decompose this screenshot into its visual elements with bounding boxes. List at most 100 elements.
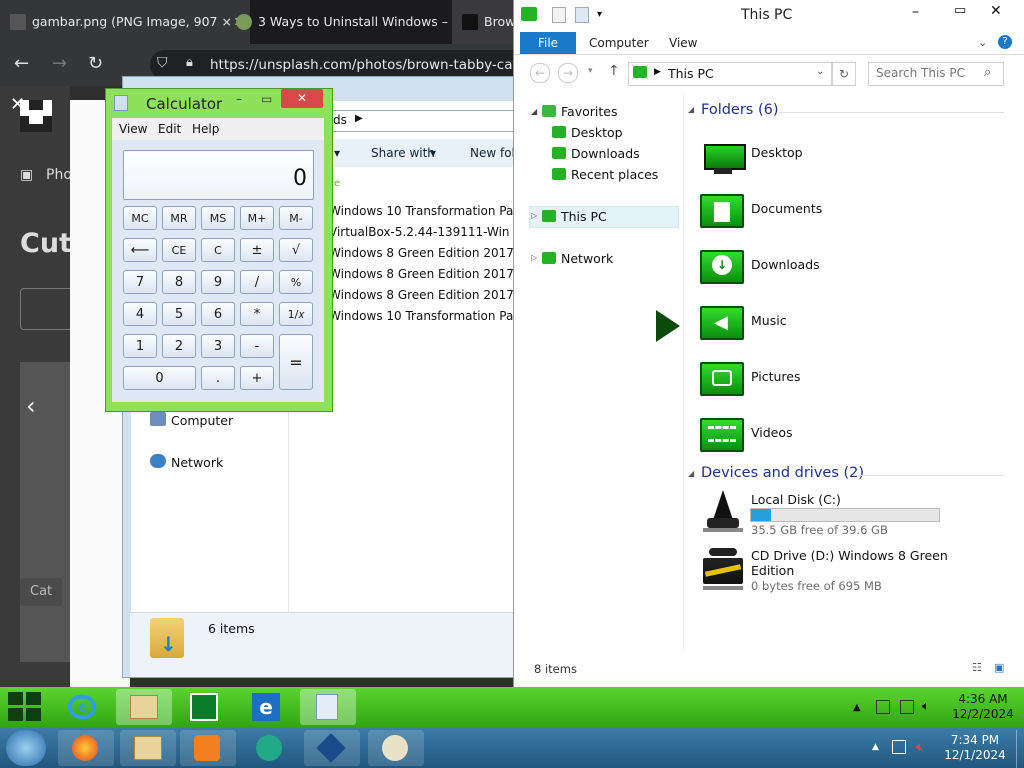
explorer-taskbar-button[interactable] xyxy=(120,730,176,766)
nav-this-pc[interactable]: This PC xyxy=(561,209,607,224)
collapse-arrow-icon[interactable]: ▷ xyxy=(531,211,537,220)
nav-network[interactable]: Network xyxy=(171,455,223,470)
browser-tab-2[interactable]: 3 Ways to Uninstall Windows – ✕ xyxy=(226,0,478,44)
forward-icon[interactable]: → xyxy=(558,63,578,83)
up-icon[interactable]: ↑ xyxy=(608,63,620,79)
ms-button[interactable]: MS xyxy=(201,206,235,230)
digit-3-button[interactable]: 3 xyxy=(201,334,235,358)
menu-edit[interactable]: Edit xyxy=(158,122,181,136)
ie-pinned-button[interactable]: e xyxy=(238,689,294,725)
page-button[interactable] xyxy=(20,288,71,330)
drive-d-name-cont[interactable]: Edition xyxy=(751,563,794,578)
show-hidden-icons-icon[interactable]: ▲ xyxy=(853,702,861,713)
paint-taskbar-button[interactable] xyxy=(368,730,424,766)
expand-arrow-icon[interactable]: ◢ xyxy=(531,107,537,116)
refresh-icon[interactable]: ↻ xyxy=(832,62,856,86)
minimize-icon[interactable]: – xyxy=(236,92,242,106)
toolbar-dropdown-icon[interactable]: ▾ xyxy=(334,146,340,160)
close-button[interactable]: ✕ xyxy=(281,89,323,108)
percent-button[interactable]: % xyxy=(279,270,313,294)
qat-dropdown-icon[interactable]: ▾ xyxy=(597,9,602,20)
folder-desktop[interactable]: Desktop xyxy=(751,145,803,160)
subtract-button[interactable]: - xyxy=(240,334,274,358)
folder-documents[interactable]: Documents xyxy=(751,201,822,216)
nav-recent-places[interactable]: Recent places xyxy=(571,167,658,182)
new-folder-button[interactable]: New fol xyxy=(470,146,515,160)
sqrt-button[interactable]: √ xyxy=(279,238,313,262)
address-dropdown-icon[interactable]: ⌄ xyxy=(816,66,824,77)
plus-minus-button[interactable]: ± xyxy=(240,238,274,262)
app-taskbar-button[interactable] xyxy=(242,730,298,766)
show-hidden-icons-icon[interactable]: ▲ xyxy=(872,742,879,752)
folder-music[interactable]: Music xyxy=(751,313,787,328)
drive-d-name[interactable]: CD Drive (D:) Windows 8 Green xyxy=(751,548,948,563)
virtualbox-taskbar-button[interactable] xyxy=(304,730,360,766)
browser-tab-1[interactable]: gambar.png (PNG Image, 907 × ✕ xyxy=(0,0,250,44)
mc-button[interactable]: MC xyxy=(123,206,157,230)
share-dropdown-icon[interactable]: ▾ xyxy=(430,146,436,160)
digit-4-button[interactable]: 4 xyxy=(123,302,157,326)
c-button[interactable]: C xyxy=(201,238,235,262)
back-icon[interactable]: ← xyxy=(530,63,550,83)
digit-7-button[interactable]: 7 xyxy=(123,270,157,294)
devices-header[interactable]: Devices and drives (2) xyxy=(701,465,864,481)
volume-icon[interactable]: 🔈︎ xyxy=(922,699,930,714)
reload-icon[interactable]: ↻ xyxy=(88,53,103,74)
tray-clock-bottom[interactable]: 7:34 PM 12/1/2024 xyxy=(940,733,1010,763)
action-center-icon[interactable] xyxy=(876,700,890,714)
prev-photo-icon[interactable]: ‹ xyxy=(26,392,36,420)
new-folder-icon[interactable] xyxy=(575,7,589,23)
list-item[interactable]: Windows 10 Transformation Pack 7 xyxy=(329,204,515,218)
volume-muted-icon[interactable]: 🔇︎ xyxy=(916,740,924,755)
digit-8-button[interactable]: 8 xyxy=(162,270,196,294)
digit-1-button[interactable]: 1 xyxy=(123,334,157,358)
ie-taskbar-button[interactable]: e xyxy=(54,689,110,725)
nav-computer[interactable]: Computer xyxy=(171,413,233,428)
digit-5-button[interactable]: 5 xyxy=(162,302,196,326)
list-item[interactable]: Windows 10 Transformation Pack 7 xyxy=(329,309,515,323)
section-collapse-icon[interactable]: ◢ xyxy=(688,469,694,478)
tag-cat[interactable]: Cat xyxy=(30,584,52,599)
drive-c-name[interactable]: Local Disk (C:) xyxy=(751,492,841,507)
folder-videos[interactable]: Videos xyxy=(751,425,793,440)
tab-computer[interactable]: Computer xyxy=(589,36,649,50)
list-item[interactable]: Windows 8 Green Edition 2017 by C xyxy=(329,267,515,281)
properties-icon[interactable] xyxy=(552,7,566,23)
menu-help[interactable]: Help xyxy=(192,122,219,136)
list-item[interactable]: Windows 8 Green Edition 2017 by C xyxy=(329,246,515,260)
tab-file[interactable]: File xyxy=(520,32,576,54)
back-arrow-icon[interactable]: ← xyxy=(14,53,29,74)
folder-downloads[interactable]: Downloads xyxy=(751,257,820,272)
list-item[interactable]: Windows 8 Green Edition 2017 by C xyxy=(329,288,515,302)
minimize-icon[interactable]: – xyxy=(912,4,919,20)
media-player-taskbar-button[interactable] xyxy=(180,730,236,766)
show-desktop-button[interactable] xyxy=(1016,730,1024,768)
add-button[interactable]: + xyxy=(240,366,274,390)
start-button[interactable] xyxy=(8,692,42,722)
maximize-icon[interactable]: ▭ xyxy=(261,92,272,106)
mr-button[interactable]: MR xyxy=(162,206,196,230)
network-tray-icon[interactable] xyxy=(900,700,914,714)
digit-2-button[interactable]: 2 xyxy=(162,334,196,358)
expand-ribbon-icon[interactable]: ⌄ xyxy=(978,36,987,49)
share-with-button[interactable]: Share with xyxy=(371,146,435,160)
tray-clock-top[interactable]: 4:36 AM 12/2/2024 xyxy=(948,692,1018,722)
column-header-name[interactable]: e xyxy=(334,178,340,189)
calculator-taskbar-button[interactable] xyxy=(300,689,356,725)
nav-desktop[interactable]: Desktop xyxy=(571,125,623,140)
multiply-button[interactable]: * xyxy=(240,302,274,326)
decimal-button[interactable]: . xyxy=(201,366,235,390)
nav-favorites[interactable]: Favorites xyxy=(561,104,617,119)
firefox-taskbar-button[interactable] xyxy=(58,730,114,766)
folders-header[interactable]: Folders (6) xyxy=(701,102,779,118)
recent-locations-icon[interactable]: ▾ xyxy=(588,66,593,76)
large-icons-view-icon[interactable]: ▣ xyxy=(994,661,1004,674)
digit-9-button[interactable]: 9 xyxy=(201,270,235,294)
ce-button[interactable]: CE xyxy=(162,238,196,262)
tab-photos[interactable]: Pho xyxy=(46,167,72,183)
network-tray-icon[interactable] xyxy=(892,740,906,754)
details-view-icon[interactable]: ☷ xyxy=(972,661,982,674)
windows-orb-start-button[interactable] xyxy=(6,730,46,766)
store-taskbar-button[interactable] xyxy=(176,689,232,725)
list-item[interactable]: VirtualBox-5.2.44-139111-Win xyxy=(329,225,515,239)
